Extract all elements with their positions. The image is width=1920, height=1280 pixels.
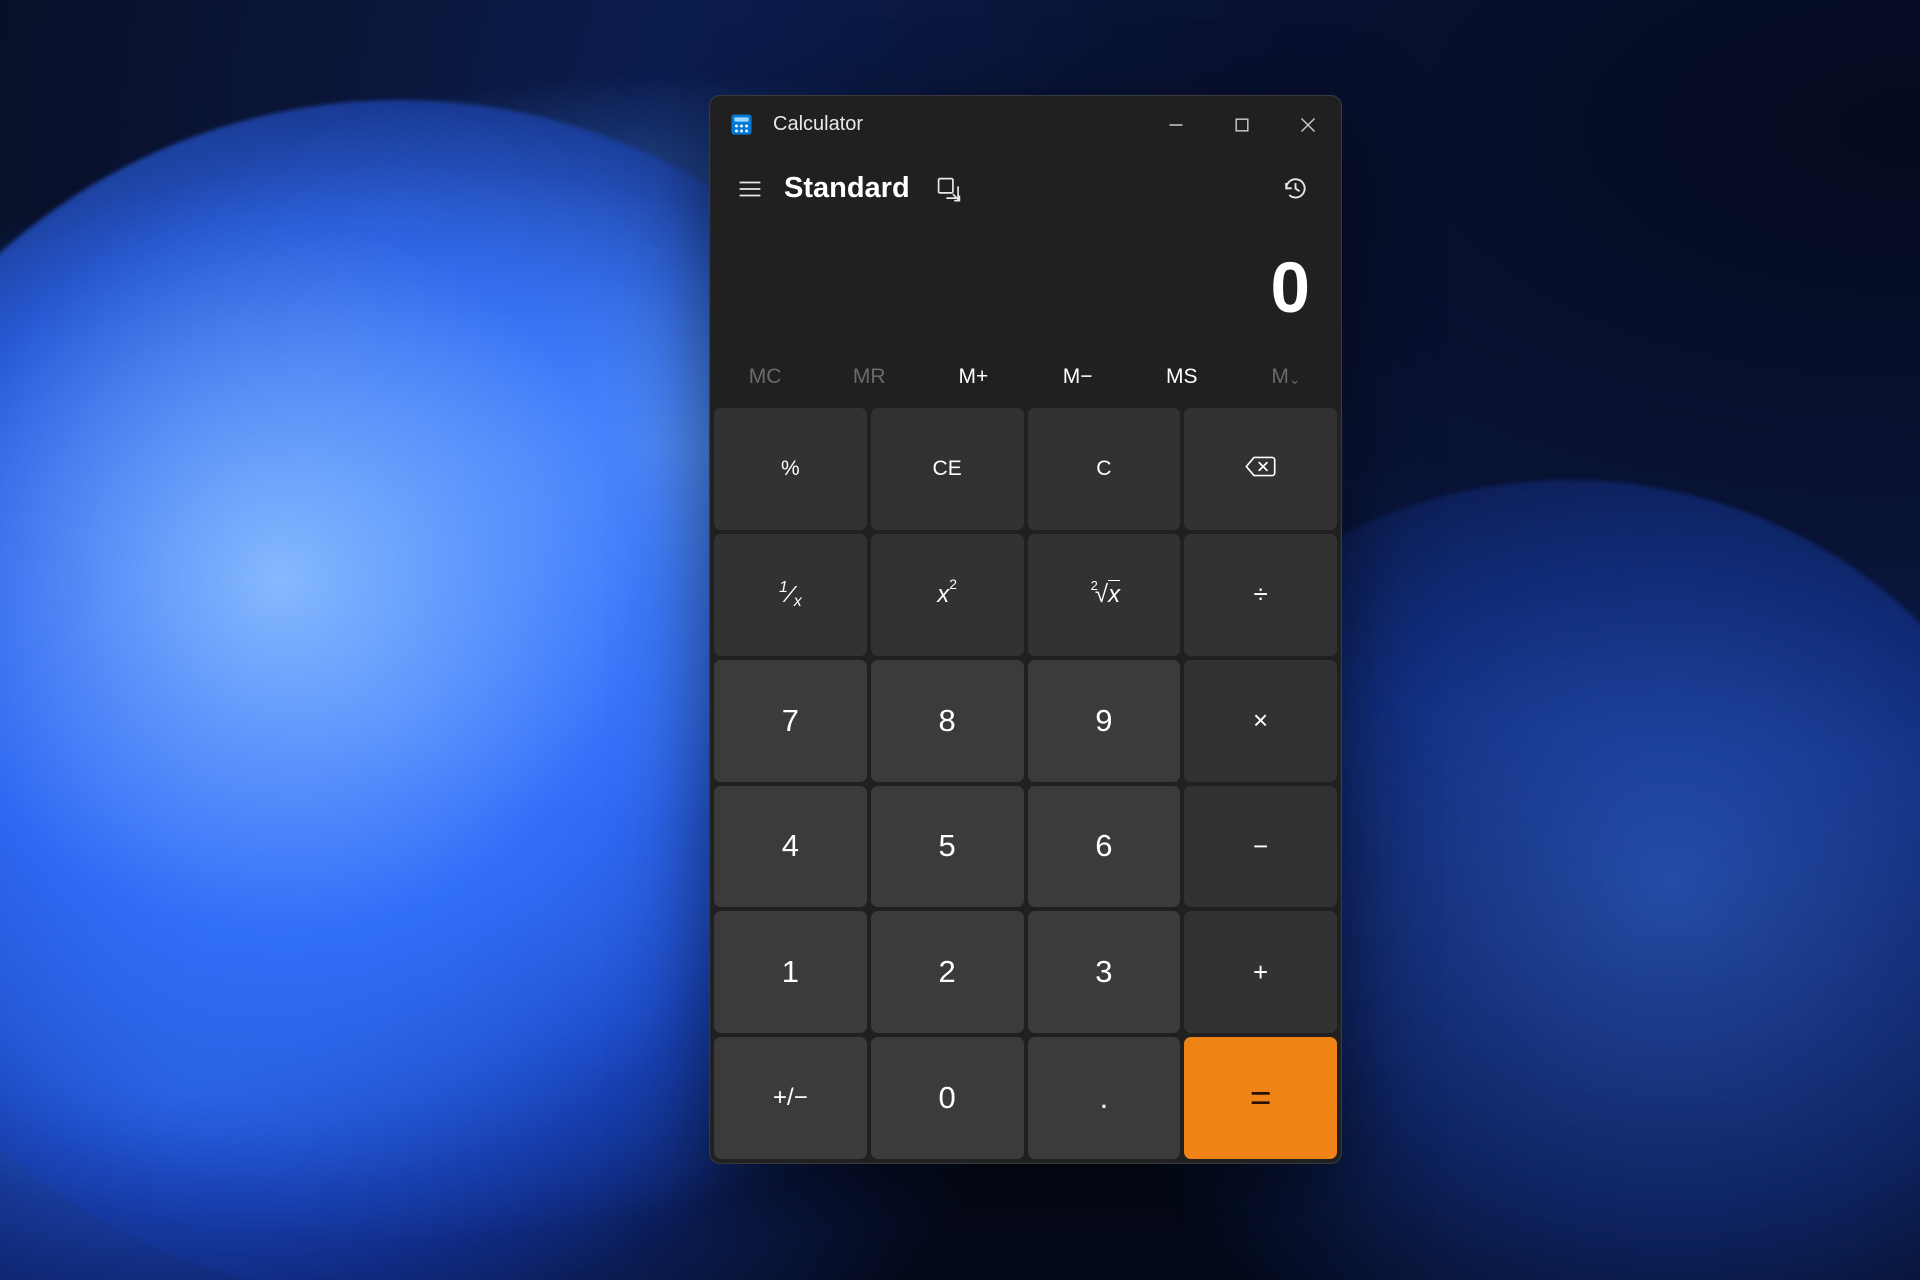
c-label: C bbox=[1096, 457, 1111, 481]
divide-label: ÷ bbox=[1253, 579, 1267, 610]
digit-5-button[interactable]: 5 bbox=[871, 786, 1024, 908]
digit-3-button[interactable]: 3 bbox=[1028, 911, 1181, 1033]
multiply-label: × bbox=[1253, 705, 1268, 736]
decimal-button[interactable]: . bbox=[1028, 1037, 1181, 1159]
memory-store-button[interactable]: MS bbox=[1130, 356, 1234, 398]
calculator-window: Calculator Standard bbox=[709, 95, 1342, 1164]
keypad: % CE C 1⁄x x2 2√x ÷ bbox=[710, 404, 1341, 1163]
memory-subtract-button[interactable]: M− bbox=[1026, 356, 1130, 398]
reciprocal-icon: 1⁄x bbox=[779, 581, 802, 608]
mode-title: Standard bbox=[784, 172, 910, 205]
digit-8-button[interactable]: 8 bbox=[871, 660, 1024, 782]
percent-label: % bbox=[781, 457, 800, 481]
memory-list-label: M bbox=[1271, 365, 1289, 388]
memory-list-button[interactable]: M⌄ bbox=[1234, 356, 1338, 398]
history-button[interactable] bbox=[1270, 163, 1321, 214]
negate-label: +/− bbox=[773, 1084, 808, 1112]
hamburger-menu-button[interactable] bbox=[724, 163, 775, 214]
digit-9-button[interactable]: 9 bbox=[1028, 660, 1181, 782]
minus-label: − bbox=[1253, 831, 1268, 862]
equals-button[interactable]: = bbox=[1184, 1037, 1337, 1159]
backspace-icon bbox=[1245, 453, 1276, 484]
window-controls bbox=[1143, 96, 1341, 153]
clear-entry-button[interactable]: CE bbox=[871, 408, 1024, 530]
close-button[interactable] bbox=[1275, 96, 1341, 153]
memory-bar: MC MR M+ M− MS M⌄ bbox=[710, 350, 1341, 404]
titlebar[interactable]: Calculator bbox=[710, 96, 1341, 153]
square-icon: x2 bbox=[937, 580, 957, 609]
percent-button[interactable]: % bbox=[714, 408, 867, 530]
clear-button[interactable]: C bbox=[1028, 408, 1181, 530]
memory-recall-button[interactable]: MR bbox=[817, 356, 921, 398]
digit-7-button[interactable]: 7 bbox=[714, 660, 867, 782]
plus-label: + bbox=[1253, 957, 1268, 988]
square-root-icon: 2√x bbox=[1088, 581, 1120, 609]
divide-button[interactable]: ÷ bbox=[1184, 534, 1337, 656]
negate-button[interactable]: +/− bbox=[714, 1037, 867, 1159]
digit-0-button[interactable]: 0 bbox=[871, 1037, 1024, 1159]
keep-on-top-button[interactable] bbox=[924, 163, 975, 214]
ce-label: CE bbox=[933, 457, 962, 481]
calculator-app-icon bbox=[730, 113, 753, 136]
square-root-button[interactable]: 2√x bbox=[1028, 534, 1181, 656]
digit-6-button[interactable]: 6 bbox=[1028, 786, 1181, 908]
chevron-down-icon: ⌄ bbox=[1289, 371, 1301, 387]
digit-1-button[interactable]: 1 bbox=[714, 911, 867, 1033]
backspace-button[interactable] bbox=[1184, 408, 1337, 530]
maximize-button[interactable] bbox=[1209, 96, 1275, 153]
plus-button[interactable]: + bbox=[1184, 911, 1337, 1033]
app-title: Calculator bbox=[773, 113, 863, 136]
multiply-button[interactable]: × bbox=[1184, 660, 1337, 782]
digit-4-button[interactable]: 4 bbox=[714, 786, 867, 908]
display-value: 0 bbox=[741, 253, 1310, 339]
digit-2-button[interactable]: 2 bbox=[871, 911, 1024, 1033]
minus-button[interactable]: − bbox=[1184, 786, 1337, 908]
memory-clear-button[interactable]: MC bbox=[713, 356, 817, 398]
memory-add-button[interactable]: M+ bbox=[921, 356, 1025, 398]
mode-bar: Standard bbox=[710, 153, 1341, 224]
square-button[interactable]: x2 bbox=[871, 534, 1024, 656]
reciprocal-button[interactable]: 1⁄x bbox=[714, 534, 867, 656]
display: 0 bbox=[710, 224, 1341, 350]
minimize-button[interactable] bbox=[1143, 96, 1209, 153]
